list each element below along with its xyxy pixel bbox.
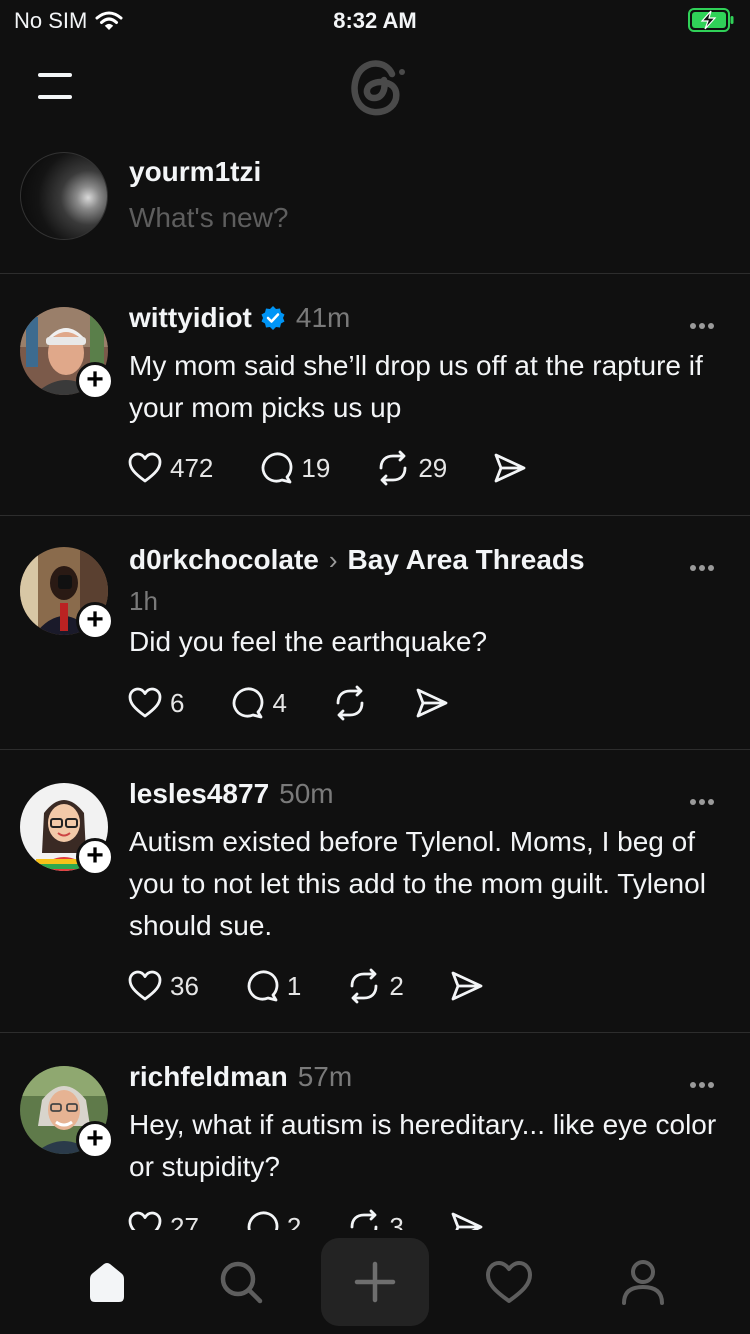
comment-icon xyxy=(247,970,279,1002)
repost-count: 29 xyxy=(418,452,448,483)
author-name[interactable]: lesles4877 xyxy=(129,778,269,810)
share-button[interactable] xyxy=(448,967,486,1005)
threads-logo[interactable] xyxy=(340,50,412,122)
post[interactable]: + wittyidiot 41m My mom said she’ll drop… xyxy=(0,274,750,516)
post-time: 57m xyxy=(297,1061,353,1092)
post[interactable]: + d0rkchocolate › Bay Area Threads 1h Di… xyxy=(0,516,750,750)
repost-count: 2 xyxy=(389,970,404,1001)
heart-icon xyxy=(128,687,162,718)
battery-charging-icon xyxy=(688,8,734,32)
post-time: 41m xyxy=(295,302,351,333)
follow-button[interactable]: + xyxy=(76,602,114,640)
author-name[interactable]: wittyidiot xyxy=(129,302,252,334)
search-icon xyxy=(220,1261,263,1304)
verified-badge-icon xyxy=(261,306,285,330)
repost-button[interactable] xyxy=(331,684,369,722)
composer-input[interactable]: What's new? xyxy=(129,202,288,234)
share-button[interactable] xyxy=(491,449,529,487)
clock: 8:32 AM xyxy=(333,8,417,33)
comment-button[interactable]: 19 xyxy=(257,449,330,487)
composer[interactable]: yourm1tzi What's new? xyxy=(0,134,750,274)
post-header: d0rkchocolate › Bay Area Threads xyxy=(129,544,585,576)
post-actions: 6 4 xyxy=(126,683,495,723)
app-header xyxy=(0,42,750,134)
status-bar: No SIM 8:32 AM xyxy=(0,0,750,42)
repost-icon xyxy=(379,450,407,486)
home-icon xyxy=(90,1263,124,1302)
reply-count: 19 xyxy=(301,452,331,483)
author-name[interactable]: d0rkchocolate xyxy=(129,544,319,576)
post-text: Autism existed before Tylenol. Moms, I b… xyxy=(129,826,706,941)
share-icon xyxy=(494,453,526,483)
tab-profile[interactable] xyxy=(613,1252,673,1312)
more-icon[interactable] xyxy=(690,1075,720,1088)
like-button[interactable]: 36 xyxy=(126,967,199,1005)
comment-icon xyxy=(261,452,293,484)
compose-icon xyxy=(354,1261,396,1303)
repost-button[interactable]: 2 xyxy=(345,967,404,1005)
like-button[interactable]: 472 xyxy=(126,449,213,487)
follow-button[interactable]: + xyxy=(76,1121,114,1159)
post[interactable]: + richfeldman 57m Hey, what if autism is… xyxy=(0,1033,750,1263)
menu-icon[interactable] xyxy=(36,70,76,102)
like-count: 36 xyxy=(170,970,199,1001)
profile-icon xyxy=(622,1260,664,1305)
share-icon xyxy=(416,688,448,718)
follow-button[interactable]: + xyxy=(76,362,114,400)
post-time: 1h xyxy=(129,586,158,616)
comment-button[interactable]: 4 xyxy=(228,684,287,722)
post-text: Hey, what if autism is hereditary... lik… xyxy=(129,1109,717,1182)
tab-home[interactable] xyxy=(77,1252,137,1312)
post-header: lesles4877 50m xyxy=(129,778,334,810)
more-icon[interactable] xyxy=(690,316,720,329)
post-actions: 36 1 2 xyxy=(126,966,530,1006)
repost-icon xyxy=(350,968,378,1004)
community-name[interactable]: Bay Area Threads xyxy=(348,544,585,576)
heart-icon xyxy=(128,970,162,1001)
post-time: 50m xyxy=(279,778,334,809)
follow-button[interactable]: + xyxy=(76,838,114,876)
tab-compose[interactable] xyxy=(321,1238,429,1326)
post[interactable]: + lesles4877 50m Autism existed before T… xyxy=(0,750,750,1033)
post-actions: 472 19 29 xyxy=(126,448,573,488)
tab-bar xyxy=(0,1230,750,1334)
reply-count: 4 xyxy=(272,687,287,718)
heart-icon xyxy=(128,452,162,483)
repost-icon xyxy=(336,685,364,721)
comment-icon xyxy=(233,687,264,719)
comment-button[interactable]: 1 xyxy=(243,967,301,1005)
post-header: wittyidiot 41m xyxy=(129,302,350,334)
reply-count: 1 xyxy=(286,970,302,1001)
more-icon[interactable] xyxy=(690,558,720,571)
share-icon xyxy=(451,971,483,1001)
post-text: Did you feel the earthquake? xyxy=(129,626,488,657)
like-button[interactable]: 6 xyxy=(126,684,184,722)
tab-activity[interactable] xyxy=(479,1252,539,1312)
like-count: 472 xyxy=(170,452,214,483)
activity-icon xyxy=(486,1261,532,1303)
avatar[interactable] xyxy=(20,152,108,240)
author-name[interactable]: richfeldman xyxy=(129,1061,288,1093)
chevron-right-icon: › xyxy=(328,545,338,575)
share-button[interactable] xyxy=(413,684,451,722)
post-header: richfeldman 57m xyxy=(129,1061,352,1093)
tab-search[interactable] xyxy=(211,1252,271,1312)
like-count: 6 xyxy=(170,687,185,718)
composer-username: yourm1tzi xyxy=(129,156,262,187)
more-icon[interactable] xyxy=(690,792,720,805)
repost-button[interactable]: 29 xyxy=(374,449,447,487)
post-text: My mom said she’ll drop us off at the ra… xyxy=(129,350,703,423)
